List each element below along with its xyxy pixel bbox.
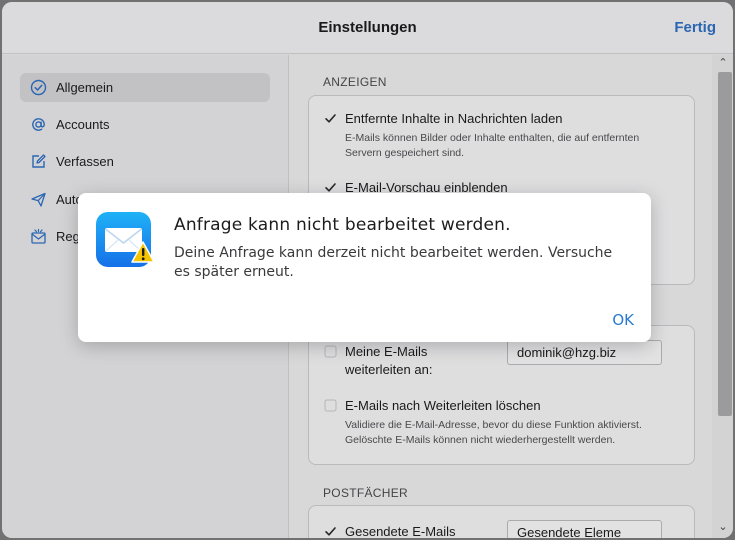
- dialog-message: Deine Anfrage kann derzeit nicht bearbei…: [174, 245, 613, 280]
- error-dialog: Anfrage kann nicht bearbeitet werden. De…: [78, 193, 651, 342]
- dialog-title: Anfrage kann nicht bearbeitet werden.: [174, 215, 511, 235]
- mail-warning-icon: [96, 212, 155, 269]
- ok-button[interactable]: OK: [612, 311, 634, 329]
